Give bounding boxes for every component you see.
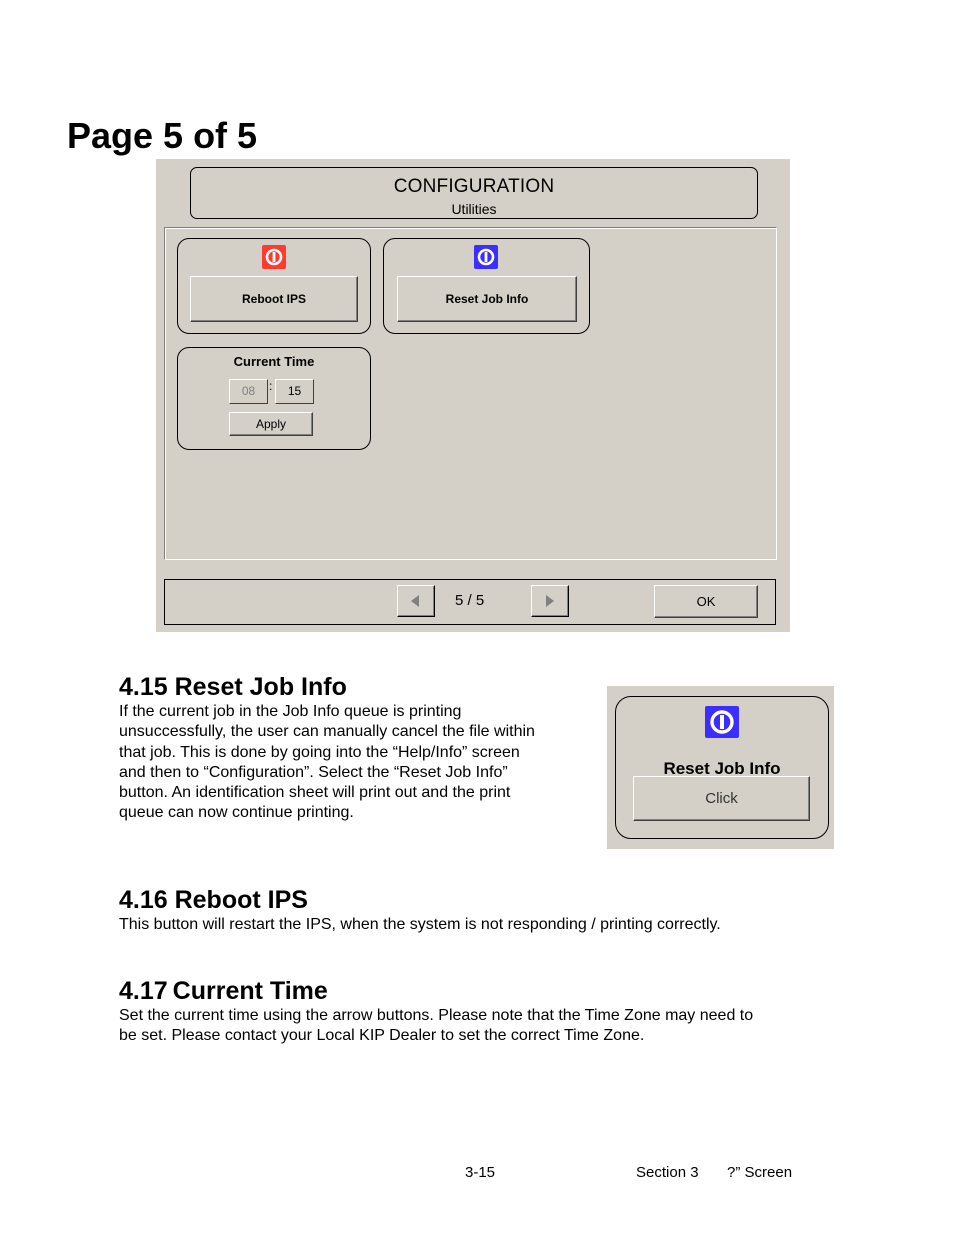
ok-label: OK (696, 594, 716, 609)
reboot-panel: Reboot IPS (177, 238, 371, 334)
section-body: Set the current time using the arrow but… (119, 1006, 849, 1047)
section-body: This button will restart the IPS, when t… (119, 915, 839, 935)
reboot-ips-button[interactable]: Reboot IPS (190, 276, 358, 322)
configuration-screenshot: CONFIGURATION Utilities Reboot IPS Reset… (156, 159, 790, 632)
section-reboot-ips: 4.16 Reboot IPS This button will restart… (119, 885, 839, 935)
footer-section: Section 3 (636, 1164, 699, 1181)
body-line: If the current job in the Job Info queue… (119, 703, 462, 720)
body-line: queue can now continue printing. (119, 804, 354, 822)
section-heading: 4.15 Reset Job Info (119, 673, 347, 701)
section-body: If the current job in the Job Info queue… (119, 702, 599, 824)
power-icon (474, 245, 498, 269)
footer-section-name: ?” Screen (727, 1164, 793, 1181)
apply-label: Apply (255, 417, 287, 431)
reset-panel: Reset Job Info (383, 238, 590, 334)
body-line: unsuccessfully, the user can manually ca… (119, 723, 535, 741)
section-heading: 4.17 Current Time (119, 977, 328, 1005)
body-line: that job. This is done by going into the… (119, 743, 520, 761)
ok-button[interactable]: OK (654, 585, 758, 618)
header-subtitle: Utilities (451, 201, 497, 217)
reset-panel: Reset Job Info Click (615, 696, 829, 839)
reset-job-info-screenshot: Reset Job Info Click (607, 686, 834, 849)
body-line: button. An identification sheet will pri… (119, 784, 511, 802)
time-separator: : (269, 379, 273, 393)
click-label: Click (705, 790, 738, 807)
page-title: Page 5 of 5 (67, 115, 258, 156)
body-line: Set the current time using the arrow but… (119, 1007, 754, 1024)
header-panel: CONFIGURATION Utilities (190, 167, 758, 219)
reset-job-info-button[interactable]: Reset Job Info (397, 276, 577, 322)
section-current-time: 4.17 Current Time Set the current time u… (119, 976, 849, 1047)
section-reset-job-info: 4.15 Reset Job Info If the current job i… (119, 672, 599, 824)
current-time-title: Current Time (233, 354, 315, 369)
header-title: CONFIGURATION (393, 176, 555, 197)
hour-field[interactable]: 08 (229, 379, 268, 404)
body-line: This button will restart the IPS, when t… (119, 916, 721, 933)
power-icon (705, 706, 739, 738)
page-indicator: 5 / 5 (455, 592, 485, 609)
current-time-panel: Current Time 08 : 15 Apply (177, 347, 371, 450)
body-line: be set. Please contact your Local KIP De… (119, 1027, 645, 1045)
next-page-button[interactable] (531, 585, 569, 617)
navigation-bar: 5 / 5 OK (164, 579, 776, 625)
footer-page-number: 3-15 (465, 1164, 496, 1181)
power-icon (262, 245, 286, 269)
apply-button[interactable]: Apply (229, 412, 313, 436)
previous-page-button[interactable] (397, 585, 435, 617)
reboot-ips-label: Reboot IPS (241, 292, 306, 306)
arrow-right-icon (546, 595, 554, 607)
content-area: Reboot IPS Reset Job Info Current Time 0… (164, 227, 777, 560)
section-heading: 4.16 Reboot IPS (119, 886, 308, 914)
minute-field[interactable]: 15 (275, 379, 314, 404)
body-line: and then to “Configuration”. Select the … (119, 763, 508, 781)
arrow-left-icon (411, 595, 419, 607)
reset-job-info-label: Reset Job Info (445, 292, 529, 306)
click-button[interactable]: Click (633, 776, 810, 821)
